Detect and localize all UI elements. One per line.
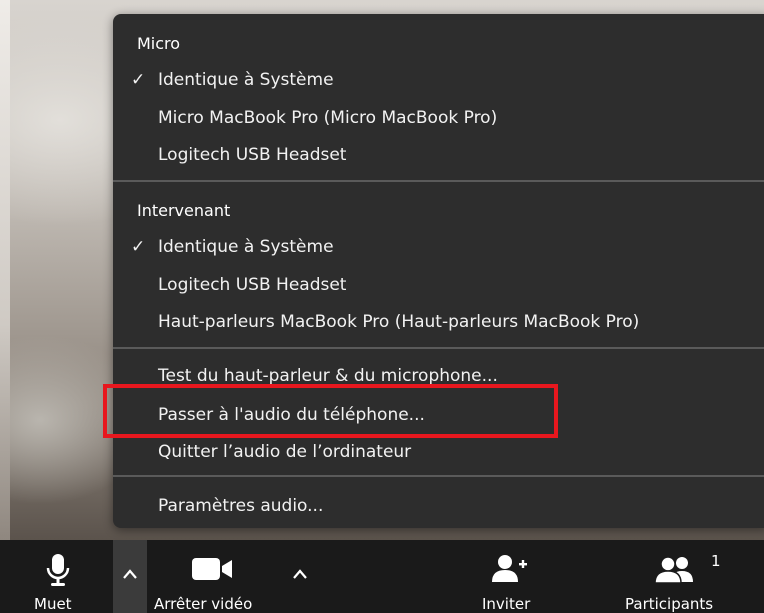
microphone-icon — [46, 554, 70, 586]
menu-item-speaker-system[interactable]: ✓ Identique à Système — [113, 230, 764, 264]
caret-up-icon — [293, 569, 307, 579]
video-camera-icon — [192, 558, 232, 580]
participants-label: Participants — [625, 595, 714, 613]
menu-item-speaker-logitech[interactable]: Logitech USB Headset — [113, 268, 764, 302]
menu-item-label: Haut-parleurs MacBook Pro (Haut-parleurs… — [158, 312, 640, 332]
menu-item-micro-macbook[interactable]: Micro MacBook Pro (Micro MacBook Pro) — [113, 101, 764, 135]
menu-item-label: Logitech USB Headset — [158, 275, 347, 295]
audio-options-toggle[interactable] — [113, 540, 147, 613]
mute-label: Muet — [34, 595, 72, 613]
menu-item-label: Identique à Système — [158, 70, 334, 90]
menu-divider — [113, 180, 764, 182]
caret-up-icon — [123, 569, 137, 579]
stop-video-button[interactable]: Arrêter vidéo — [150, 540, 280, 613]
stop-video-label: Arrêter vidéo — [154, 595, 253, 613]
participants-button[interactable]: 1 Participants — [625, 540, 750, 613]
menu-item-label: Quitter l’audio de l’ordinateur — [158, 442, 412, 462]
highlight-annotation — [103, 384, 558, 438]
meeting-toolbar: Muet Arrêter vidéo Inviter 1 Participant… — [0, 540, 764, 613]
menu-item-audio-settings[interactable]: Paramètres audio... — [113, 489, 764, 523]
menu-item-micro-system[interactable]: ✓ Identique à Système — [113, 63, 764, 97]
audio-options-menu: Micro ✓ Identique à Système Micro MacBoo… — [113, 14, 764, 528]
video-options-toggle[interactable] — [283, 540, 317, 613]
menu-item-label: Identique à Système — [158, 237, 334, 257]
participants-icon — [655, 556, 693, 584]
checkmark-icon: ✓ — [131, 237, 146, 257]
invite-label: Inviter — [482, 595, 531, 613]
video-edge — [0, 0, 10, 540]
menu-item-label: Test du haut-parleur & du microphone... — [158, 366, 498, 386]
checkmark-icon: ✓ — [131, 70, 146, 90]
menu-item-micro-logitech[interactable]: Logitech USB Headset — [113, 138, 764, 172]
menu-item-label: Micro MacBook Pro (Micro MacBook Pro) — [158, 108, 498, 128]
menu-item-leave-computer-audio[interactable]: Quitter l’audio de l’ordinateur — [113, 435, 764, 469]
add-user-icon — [492, 555, 527, 582]
participants-count-badge: 1 — [711, 552, 721, 570]
menu-item-label: Logitech USB Headset — [158, 145, 347, 165]
section-header-micro: Micro — [137, 34, 181, 53]
menu-item-label: Paramètres audio... — [158, 496, 324, 516]
mute-button[interactable]: Muet — [22, 540, 102, 613]
section-header-intervenant: Intervenant — [137, 201, 231, 220]
invite-button[interactable]: Inviter — [470, 540, 550, 613]
menu-divider — [113, 475, 764, 477]
menu-item-speaker-macbook[interactable]: Haut-parleurs MacBook Pro (Haut-parleurs… — [113, 305, 764, 339]
menu-divider — [113, 347, 764, 349]
